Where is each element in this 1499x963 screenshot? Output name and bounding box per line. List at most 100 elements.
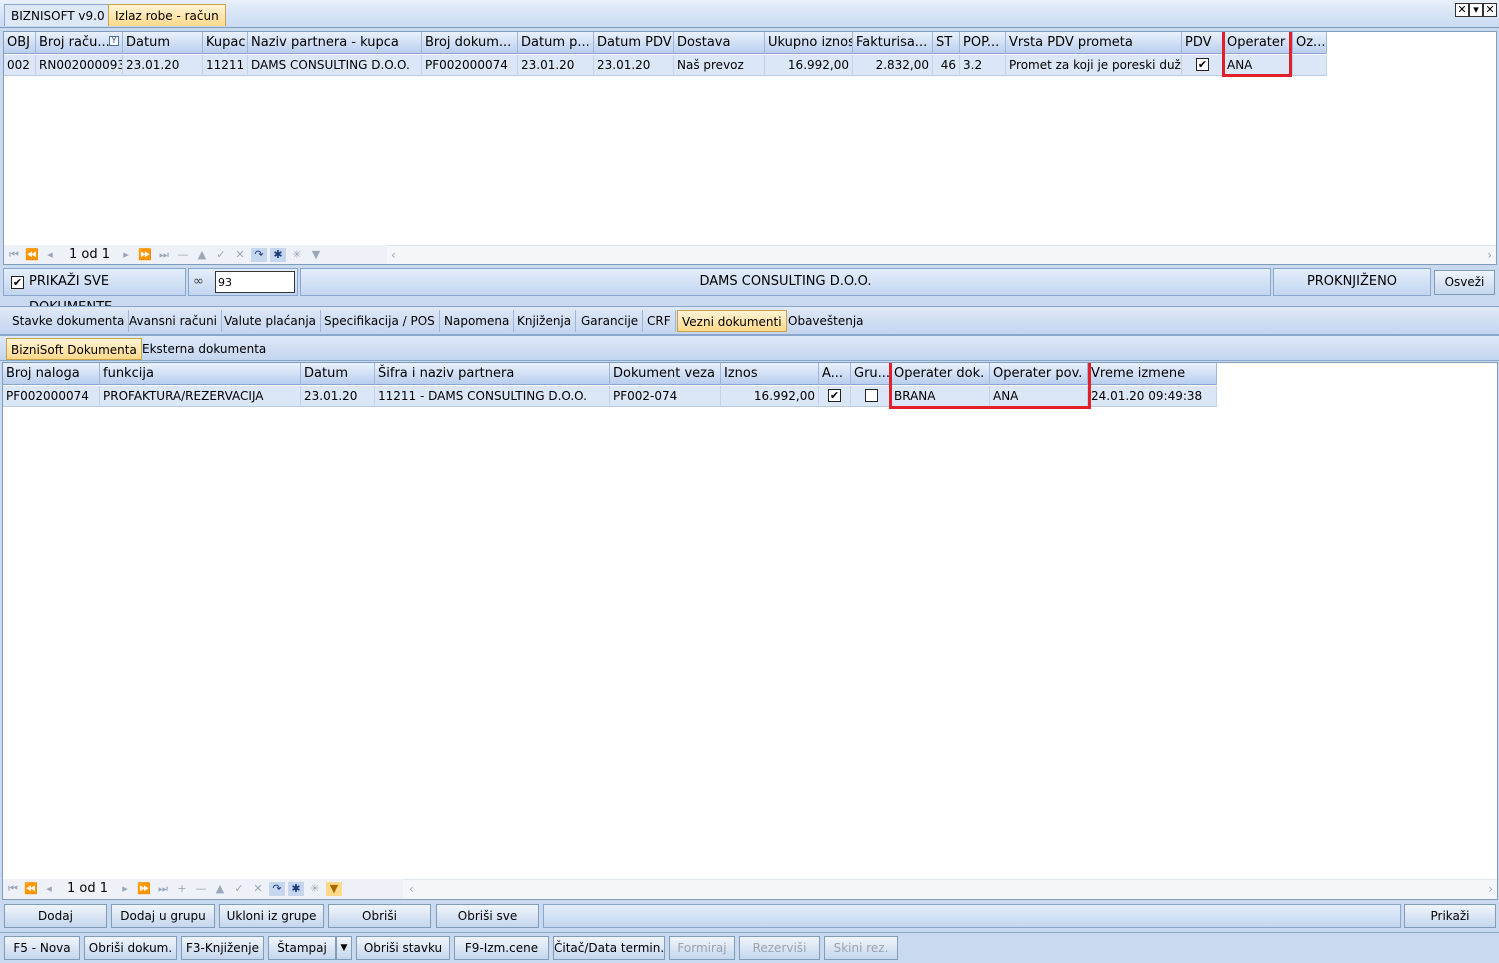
binoculars-icon[interactable]: ∞ — [193, 269, 204, 295]
col-vrsta-pdv-prometa[interactable]: Vrsta PDV prometa — [1006, 32, 1182, 54]
col-naziv-partnera[interactable]: Naziv partnera - kupca — [248, 32, 422, 54]
close-window-icon[interactable]: ✕ — [1483, 3, 1497, 17]
print-dropdown-icon[interactable]: ▼ — [336, 936, 352, 960]
col-st[interactable]: ST — [933, 32, 960, 54]
col-kupac[interactable]: Kupac — [203, 32, 248, 54]
filter-icon[interactable]: ▼ — [326, 882, 342, 896]
delete-document-button[interactable]: Obriši dokum. — [84, 936, 177, 960]
filter-icon[interactable]: Y — [109, 36, 119, 46]
col-ukupno-iznos[interactable]: Ukupno iznos — [765, 32, 853, 54]
tab-obavestenja[interactable]: Obaveštenja — [784, 310, 868, 332]
scroll-left-icon[interactable]: ‹ — [409, 882, 414, 896]
next-record-icon[interactable]: ▸ — [118, 248, 134, 262]
tab-avansni-racuni[interactable]: Avansni računi — [125, 310, 223, 332]
form-button[interactable]: Formiraj — [669, 936, 735, 960]
tab-eksterna-dokumenta[interactable]: Eksterna dokumenta — [138, 338, 270, 360]
tab-specifikacija-pos[interactable]: Specifikacija / POS — [320, 310, 440, 332]
first-page-icon[interactable]: ⏮ — [5, 882, 21, 896]
cancel-icon[interactable]: ✕ — [250, 882, 266, 896]
scroll-right-icon[interactable]: › — [1487, 248, 1492, 262]
cancel-icon[interactable]: ✕ — [232, 248, 248, 262]
col-pdv[interactable]: PDV — [1182, 32, 1224, 54]
close-document-icon[interactable]: ✕ — [1455, 3, 1469, 17]
next-page-icon[interactable]: ⏩ — [136, 882, 152, 896]
table-row[interactable]: 002 RN002000093 23.01.20 11211 DAMS CONS… — [4, 55, 1327, 76]
confirm-icon[interactable]: ✓ — [231, 882, 247, 896]
col-sifra-naziv-partnera[interactable]: Šifra i naziv partnera — [375, 363, 610, 385]
search-input[interactable] — [215, 271, 295, 293]
confirm-icon[interactable]: ✓ — [213, 248, 229, 262]
prev-record-icon[interactable]: ◂ — [42, 248, 58, 262]
asterisk-icon[interactable]: ✱ — [288, 882, 304, 896]
clear-filter-icon[interactable]: ✳ — [307, 882, 323, 896]
col-dostava[interactable]: Dostava — [674, 32, 765, 54]
refresh-icon[interactable]: ↷ — [251, 248, 267, 262]
next-page-icon[interactable]: ⏩ — [137, 248, 153, 262]
col-obj[interactable]: OBJ — [4, 32, 36, 54]
tab-valute-placanja[interactable]: Valute plaćanja — [220, 310, 322, 332]
tab-crf[interactable]: CRF — [643, 310, 676, 332]
col-fakturisano[interactable]: Fakturisa... — [853, 32, 933, 54]
table-row[interactable]: PF002000074 PROFAKTURA/REZERVACIJA 23.01… — [3, 386, 1217, 407]
prev-page-icon[interactable]: ⏪ — [24, 248, 40, 262]
col-datum-pdv[interactable]: Datum PDV — [594, 32, 674, 54]
delete-record-icon[interactable]: — — [175, 248, 191, 262]
new-document-button[interactable]: F5 - Nova — [4, 936, 80, 960]
col-datum[interactable]: Datum — [301, 363, 375, 385]
last-page-icon[interactable]: ⏭ — [155, 882, 171, 896]
scroll-right-icon[interactable]: › — [1488, 882, 1493, 896]
add-button[interactable]: Dodaj — [4, 904, 107, 928]
add-record-icon[interactable]: + — [174, 882, 190, 896]
tab-garancije[interactable]: Garancije — [577, 310, 644, 332]
show-all-checkbox[interactable]: ✔ — [11, 276, 24, 289]
reserve-button[interactable]: Rezerviši — [739, 936, 820, 960]
filter-icon[interactable]: ▼ — [308, 248, 324, 262]
delete-all-button[interactable]: Obriši sve — [436, 904, 539, 928]
grupa-checkbox[interactable] — [865, 389, 878, 402]
col-broj-naloga[interactable]: Broj naloga — [3, 363, 100, 385]
col-datum[interactable]: Datum — [123, 32, 203, 54]
col-a[interactable]: A... — [819, 363, 851, 385]
a-checkbox[interactable]: ✔ — [828, 389, 841, 402]
col-iznos[interactable]: Iznos — [721, 363, 819, 385]
change-price-button[interactable]: F9-Izm.cene — [454, 936, 549, 960]
reader-terminal-button[interactable]: Čitač/Data termin. — [553, 936, 665, 960]
tab-knjizenja[interactable]: Knjiženja — [513, 310, 577, 332]
remove-reservation-button[interactable]: Skini rez. — [824, 936, 898, 960]
tab-biznisoft-dokumenta[interactable]: BizniSoft Dokumenta — [6, 338, 142, 360]
refresh-icon[interactable]: ↷ — [269, 882, 285, 896]
col-dokument-veza[interactable]: Dokument veza — [610, 363, 721, 385]
show-button[interactable]: Prikaži — [1404, 904, 1496, 928]
first-page-icon[interactable]: ⏮ — [6, 248, 22, 262]
col-operater[interactable]: Operater — [1224, 32, 1293, 54]
col-pop[interactable]: POP... — [960, 32, 1006, 54]
pdv-checkbox[interactable]: ✔ — [1196, 58, 1209, 71]
tab-vezni-dokumenti[interactable]: Vezni dokumenti — [677, 310, 787, 332]
next-record-icon[interactable]: ▸ — [117, 882, 133, 896]
col-funkcija[interactable]: funkcija — [100, 363, 301, 385]
remove-from-group-button[interactable]: Ukloni iz grupe — [219, 904, 324, 928]
asterisk-icon[interactable]: ✱ — [270, 248, 286, 262]
delete-record-icon[interactable]: — — [193, 882, 209, 896]
add-to-group-button[interactable]: Dodaj u grupu — [111, 904, 215, 928]
scroll-left-icon[interactable]: ‹ — [391, 248, 396, 262]
last-page-icon[interactable]: ⏭ — [156, 248, 172, 262]
col-vreme-izmene[interactable]: Vreme izmene — [1088, 363, 1217, 385]
col-broj-racuna[interactable]: Broj raču... Y — [36, 32, 123, 54]
tab-napomena[interactable]: Napomena — [440, 310, 515, 332]
app-title-tab[interactable]: BIZNISOFT v9.0 — [4, 4, 112, 26]
col-datum-p[interactable]: Datum p... — [518, 32, 594, 54]
move-up-icon[interactable]: ▲ — [194, 248, 210, 262]
col-oz[interactable]: Oz... — [1293, 32, 1327, 54]
top-grid-hscrollbar[interactable]: ‹ › — [387, 245, 1496, 264]
linked-grid-hscrollbar[interactable]: ‹ › — [403, 879, 1497, 899]
print-button[interactable]: Štampaj — [268, 936, 336, 960]
col-operater-dok[interactable]: Operater dok. — [891, 363, 990, 385]
document-tab[interactable]: Izlaz robe - račun — [108, 4, 226, 26]
posting-button[interactable]: F3-Knjiženje — [181, 936, 264, 960]
dropdown-icon[interactable]: ▾ — [1469, 3, 1483, 17]
col-operater-pov[interactable]: Operater pov. — [990, 363, 1088, 385]
delete-button[interactable]: Obriši — [328, 904, 431, 928]
show-all-docs-box[interactable]: ✔ PRIKAŽI SVE DOKUMENTE — [3, 268, 186, 315]
prev-page-icon[interactable]: ⏪ — [23, 882, 39, 896]
